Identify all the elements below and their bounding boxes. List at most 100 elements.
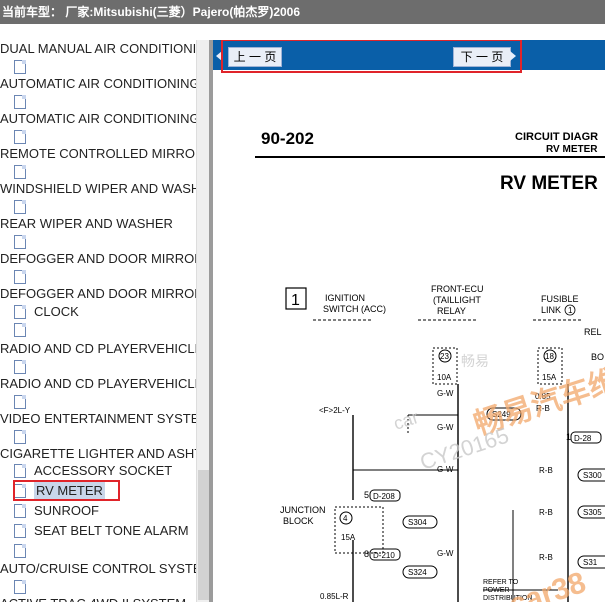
wire-gw-4: G-W [437, 549, 454, 558]
tree-doc-item[interactable] [14, 268, 34, 286]
document-icon [14, 323, 26, 337]
tree-folder-item[interactable]: RADIO AND CD PLAYERVEHICLE [0, 340, 196, 358]
title-bar: 当前车型： 厂家:Mitsubishi(三菱）Pajero(帕杰罗)2006 [0, 0, 605, 24]
wire-rb-2: R-B [539, 466, 553, 475]
tree-item-label: WINDSHIELD WIPER AND WASHER [0, 181, 196, 196]
pin-1: 1 [566, 432, 571, 442]
label-link-number: 1 [568, 306, 573, 315]
chapter-tree[interactable]: DUAL MANUAL AIR CONDITIONING AUTOMATIC AI… [0, 40, 196, 602]
conn-d28: D-28 [574, 434, 592, 443]
tree-item-label: CLOCK [34, 304, 79, 319]
jb-4: 4 [343, 514, 348, 523]
tree-doc-item[interactable] [14, 93, 34, 111]
tree-folder-item[interactable]: DEFOGGER AND DOOR MIRROR [0, 250, 196, 268]
label-switch-acc: SWITCH (ACC) [323, 304, 386, 314]
page-number: 90-202 [261, 129, 314, 148]
document-icon [14, 95, 26, 109]
tree-doc-item[interactable] [14, 321, 34, 339]
diagram-viewer: 上 一 页 下 一 页 90-202 CIRCUIT DIAGR RV METE… [213, 40, 605, 602]
tree-doc-item[interactable] [14, 578, 34, 596]
wire-085lr: 0.85L-R [320, 592, 349, 601]
document-icon [14, 60, 26, 74]
document-icon [14, 504, 26, 518]
tree-folder-item[interactable]: CIGARETTE LIGHTER AND ASHTRAY [0, 445, 196, 463]
diagram-title: RV METER [500, 173, 598, 194]
tree-doc-item[interactable]: SUNROOF [14, 502, 99, 520]
tree-doc-item[interactable]: CLOCK [14, 303, 79, 321]
tree-folder-item[interactable]: ACTIVE TRAC 4WD II SYSTEM [0, 595, 186, 602]
watermark-code: CY20165 [417, 423, 512, 475]
tree-folder-item[interactable]: AUTOMATIC AIR CONDITIONING [0, 110, 196, 128]
current-vehicle-label: 当前车型： 厂家:Mitsubishi(三菱）Pajero(帕杰罗)2006 [2, 5, 301, 19]
tree-item-label: CIGARETTE LIGHTER AND ASHTRAY [0, 446, 196, 461]
tree-scrollbar-thumb[interactable] [198, 470, 209, 600]
tree-folder-item[interactable]: RADIO AND CD PLAYERVEHICLE [0, 375, 196, 393]
splice-s31: S31 [583, 558, 598, 567]
splice-s305: S305 [583, 508, 602, 517]
jb-15a: 15A [341, 533, 356, 542]
header-rv-meter: RV METER [546, 144, 598, 155]
junction-label-2: BLOCK [283, 516, 314, 526]
document-icon [14, 580, 26, 594]
tree-doc-item[interactable] [14, 198, 34, 216]
document-icon [14, 524, 26, 538]
tree-folder-item[interactable]: REMOTE CONTROLLED MIRROR [0, 145, 196, 163]
tree-folder-item[interactable]: AUTOMATIC AIR CONDITIONING [0, 75, 196, 93]
tree-scrollbar[interactable] [196, 40, 210, 602]
watermark-small: 畅易 [461, 353, 489, 369]
document-icon [14, 270, 26, 284]
fuse-18-amp: 15A [542, 373, 557, 382]
tree-item-label: RADIO AND CD PLAYERVEHICLE [0, 341, 196, 356]
tree-item-label: AUTOMATIC AIR CONDITIONING [0, 111, 196, 126]
document-icon [14, 544, 26, 558]
label-link: LINK [541, 305, 561, 315]
conn-d208: D-208 [373, 492, 395, 501]
tree-doc-item[interactable] [14, 233, 34, 251]
tree-doc-item[interactable]: SEAT BELT TONE ALARM [14, 522, 189, 540]
tree-item-label: ACTIVE TRAC 4WD II SYSTEM [0, 595, 186, 602]
wire-rb-4: R-B [539, 553, 553, 562]
tree-folder-item[interactable]: DUAL MANUAL AIR CONDITIONING [0, 40, 196, 58]
conn-f2ly: <F>2L-Y [319, 406, 351, 415]
highlight-box-page-nav [221, 40, 522, 73]
label-relay: RELAY [437, 306, 466, 316]
tree-item-label: AUTO/CRUISE CONTROL SYSTEM [0, 561, 196, 576]
tree-folder-item[interactable]: WINDSHIELD WIPER AND WASHER [0, 180, 196, 198]
tree-doc-item[interactable] [14, 163, 34, 181]
tree-folder-item[interactable]: REAR WIPER AND WASHER [0, 215, 173, 233]
document-icon [14, 130, 26, 144]
fuse-23: 23 [440, 352, 449, 361]
wire-rb-3: R-B [539, 508, 553, 517]
tree-doc-item[interactable] [14, 358, 34, 376]
tree-doc-item[interactable] [14, 428, 34, 446]
tree-item-label: DEFOGGER AND DOOR MIRROR [0, 251, 196, 266]
document-icon [14, 305, 26, 319]
document-icon [14, 464, 26, 478]
tree-doc-item[interactable] [14, 128, 34, 146]
tree-folder-item[interactable]: DEFOGGER AND DOOR MIRROR [0, 285, 196, 303]
tree-doc-item[interactable] [14, 393, 34, 411]
highlight-box-selected-item [13, 480, 120, 501]
tree-item-label: DUAL MANUAL AIR CONDITIONING [0, 41, 196, 56]
tree-folder-item[interactable]: AUTO/CRUISE CONTROL SYSTEM [0, 560, 196, 578]
tree-doc-item[interactable] [14, 58, 34, 76]
fuse-23-amp: 10A [437, 373, 452, 382]
tree-item-label: SEAT BELT TONE ALARM [34, 523, 189, 538]
document-icon [14, 360, 26, 374]
watermark-car: car [391, 407, 421, 434]
wiring-diagram-svg: 90-202 CIRCUIT DIAGR RV METER RV METER 1… [255, 129, 605, 602]
tree-doc-item[interactable]: ACCESSORY SOCKET [14, 462, 172, 480]
label-front-ecu: FRONT-ECU [431, 284, 484, 294]
wire-gw-1: G-W [437, 389, 454, 398]
pin-5: 5 [364, 490, 369, 500]
splice-s300: S300 [583, 471, 602, 480]
splice-s324: S324 [408, 568, 427, 577]
junction-label-1: JUNCTION [280, 505, 326, 515]
document-icon [14, 235, 26, 249]
refer-to: REFER TO [483, 579, 519, 586]
fuse-18: 18 [545, 352, 554, 361]
splice-s304: S304 [408, 518, 427, 527]
tree-folder-item[interactable]: VIDEO ENTERTAINMENT SYSTEM [0, 410, 196, 428]
tree-doc-item[interactable] [14, 542, 34, 560]
label-ignition: IGNITION [325, 293, 365, 303]
